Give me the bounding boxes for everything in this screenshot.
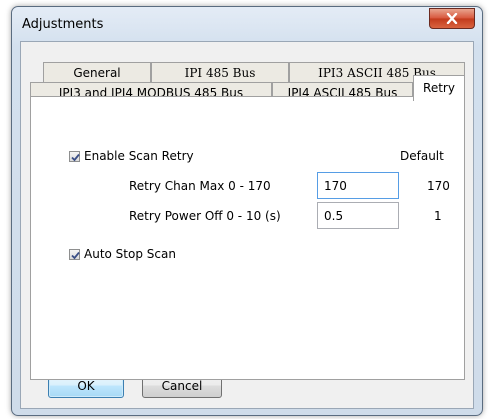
tab-retry[interactable]: Retry xyxy=(413,75,465,101)
window-title: Adjustments xyxy=(22,17,104,32)
tab-label: General xyxy=(73,65,121,80)
tab-ipi-485-bus[interactable]: IPI 485 Bus xyxy=(151,62,289,82)
close-icon xyxy=(446,13,458,24)
title-bar[interactable]: Adjustments xyxy=(12,7,482,41)
cancel-button-label: Cancel xyxy=(161,378,203,393)
enable-scan-retry-label: Enable Scan Retry xyxy=(84,149,194,163)
retry-power-off-label: Retry Power Off 0 - 10 (s) xyxy=(129,209,281,223)
checkmark-icon xyxy=(71,251,80,260)
retry-chan-max-default: 170 xyxy=(427,179,450,193)
retry-chan-max-label: Retry Chan Max 0 - 170 xyxy=(129,179,271,193)
auto-stop-scan-checkbox[interactable] xyxy=(69,249,80,260)
enable-scan-retry-checkbox[interactable] xyxy=(69,151,80,162)
default-column-header: Default xyxy=(400,149,444,163)
retry-power-off-input[interactable] xyxy=(317,202,399,229)
tab-label: IPI 485 Bus xyxy=(184,65,256,80)
ok-button-label: OK xyxy=(77,378,95,393)
retry-chan-max-input[interactable] xyxy=(317,172,399,199)
tab-general[interactable]: General xyxy=(43,62,151,82)
tab-label: Retry xyxy=(423,81,455,95)
retry-tab-panel: Enable Scan Retry Default Retry Chan Max… xyxy=(30,96,465,380)
close-button[interactable] xyxy=(429,8,475,29)
adjustments-dialog: Adjustments General IPI 485 Bus IPI3 ASC… xyxy=(11,6,483,416)
retry-power-off-default: 1 xyxy=(434,209,442,223)
auto-stop-scan-label: Auto Stop Scan xyxy=(84,247,176,261)
checkmark-icon xyxy=(71,153,80,162)
